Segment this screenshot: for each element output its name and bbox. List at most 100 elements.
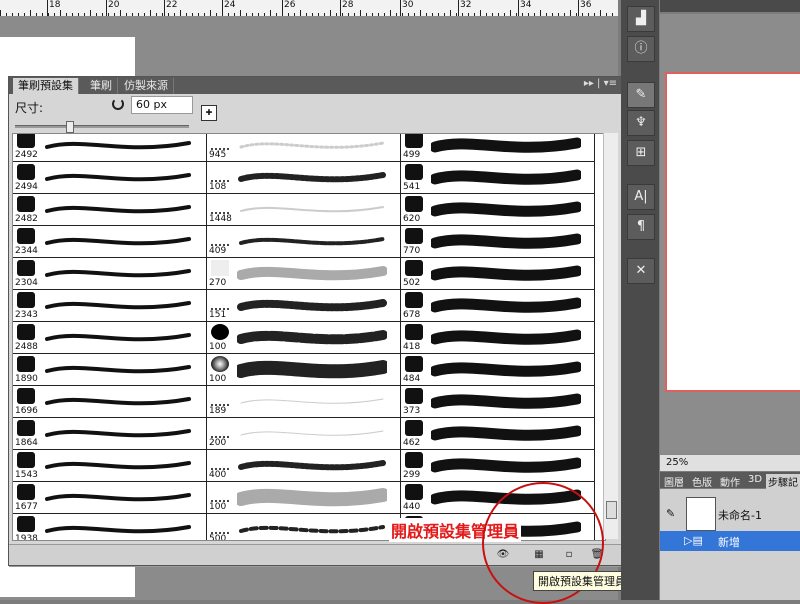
brush-preset-item[interactable]: 1938 bbox=[13, 514, 207, 540]
tab-brush-presets[interactable]: 筆刷預設集 bbox=[13, 78, 79, 94]
brush-stroke-preview bbox=[239, 525, 385, 534]
panel-menu-icon[interactable]: ▸▸ | ▾≡ bbox=[584, 78, 617, 89]
brush-tip-thumbnail bbox=[17, 164, 35, 180]
tab-layers[interactable]: 圖層 bbox=[664, 474, 684, 489]
brush-preset-item[interactable]: 1696 bbox=[13, 386, 207, 418]
size-slider[interactable] bbox=[15, 121, 189, 133]
reset-size-icon[interactable] bbox=[112, 98, 124, 110]
brush-preset-item[interactable]: 1448 bbox=[207, 194, 401, 226]
brush-preset-item[interactable]: 100 bbox=[207, 354, 401, 386]
ruler-tick bbox=[252, 13, 253, 16]
history-step-row[interactable]: ▷▤ 新增 bbox=[660, 531, 800, 551]
brush-preset-item[interactable]: 100 bbox=[207, 482, 401, 514]
tab-3d[interactable]: 3D bbox=[748, 474, 762, 485]
tab-brush[interactable]: 筆刷 bbox=[85, 78, 118, 94]
clone-source-icon[interactable]: ⊞ bbox=[627, 140, 655, 166]
brush-tip-thumbnail bbox=[405, 420, 423, 436]
ruler-tick bbox=[318, 13, 319, 16]
brush-preset-item[interactable]: 2492 bbox=[13, 134, 207, 162]
brush-preset-item[interactable]: 2344 bbox=[13, 226, 207, 258]
history-snapshot-row[interactable]: ✎ 未命名-1 bbox=[660, 493, 800, 533]
size-slider-thumb[interactable] bbox=[66, 121, 74, 133]
brush-preset-item[interactable]: 409 bbox=[207, 226, 401, 258]
brush-preset-item[interactable]: 151 bbox=[207, 290, 401, 322]
brush-preset-item[interactable]: 1890 bbox=[13, 354, 207, 386]
tab-actions[interactable]: 動作 bbox=[720, 474, 740, 489]
brush-preset-item[interactable]: 2488 bbox=[13, 322, 207, 354]
brush-preset-item[interactable]: 299 bbox=[401, 450, 595, 482]
brush-preset-item[interactable]: 2343 bbox=[13, 290, 207, 322]
brush-preset-item[interactable]: 270 bbox=[207, 258, 401, 290]
histogram-icon[interactable]: ▟ bbox=[627, 6, 655, 32]
brush-preset-item[interactable]: 500 bbox=[207, 514, 401, 540]
brush-size-label: 462 bbox=[403, 438, 421, 448]
brush-presets-icon[interactable]: ✎ bbox=[627, 82, 655, 108]
brush-preset-item[interactable]: 200 bbox=[207, 418, 401, 450]
brush-preset-item[interactable]: 100 bbox=[207, 322, 401, 354]
brush-icon[interactable]: ♆ bbox=[627, 110, 655, 136]
brush-preset-item[interactable]: 373 bbox=[401, 386, 595, 418]
brush-preset-item[interactable]: 2494 bbox=[13, 162, 207, 194]
ruler-tick bbox=[528, 13, 529, 16]
brush-preset-item[interactable]: 400 bbox=[207, 450, 401, 482]
zoom-value[interactable]: 25% bbox=[666, 457, 688, 468]
brush-preset-item[interactable]: 620 bbox=[401, 194, 595, 226]
brush-stroke-preview bbox=[240, 206, 384, 213]
ruler-label: 24 bbox=[224, 0, 236, 10]
ruler-tick bbox=[468, 13, 469, 16]
brush-stroke-preview bbox=[45, 429, 191, 438]
brush-preset-item[interactable]: 2304 bbox=[13, 258, 207, 290]
ruler-tick bbox=[408, 13, 409, 16]
tab-channels[interactable]: 色版 bbox=[692, 474, 712, 489]
brush-preset-item[interactable]: 1543 bbox=[13, 450, 207, 482]
ruler-tick bbox=[114, 13, 115, 16]
brush-preset-item[interactable]: 541 bbox=[401, 162, 595, 194]
scrollbar-thumb[interactable] bbox=[606, 501, 617, 519]
brush-size-label: 200 bbox=[209, 438, 227, 448]
info-icon[interactable]: ⓘ bbox=[627, 36, 655, 62]
document-icon: ▷▤ bbox=[684, 534, 703, 547]
brush-preset-item[interactable]: 499 bbox=[401, 134, 595, 162]
character-icon[interactable]: A| bbox=[627, 184, 655, 210]
ruler-label: 18 bbox=[49, 0, 61, 10]
zoom-bar: 25% bbox=[660, 454, 800, 471]
brush-preset-item[interactable]: 418 bbox=[401, 322, 595, 354]
tool-presets-icon[interactable]: ✕ bbox=[627, 258, 655, 284]
ruler-tick bbox=[246, 13, 247, 16]
ruler-tick bbox=[492, 13, 493, 16]
brush-preset-item[interactable]: 189 bbox=[207, 386, 401, 418]
brush-preset-item[interactable]: 484 bbox=[401, 354, 595, 386]
brush-preset-item[interactable]: 108 bbox=[207, 162, 401, 194]
brush-tip-thumbnail bbox=[17, 420, 35, 436]
brush-preset-item[interactable]: 2482 bbox=[13, 194, 207, 226]
brush-preset-item[interactable]: 502 bbox=[401, 258, 595, 290]
brush-tip-thumbnail bbox=[405, 292, 423, 308]
brush-stroke-preview bbox=[237, 488, 387, 507]
brush-size-label: 409 bbox=[209, 246, 227, 256]
brush-preset-item[interactable]: 1677 bbox=[13, 482, 207, 514]
brush-source-icon[interactable]: ✎ bbox=[666, 507, 675, 520]
paragraph-icon[interactable]: ¶ bbox=[627, 214, 655, 240]
size-input[interactable]: 60 px bbox=[131, 96, 193, 114]
brush-tip-thumbnail bbox=[211, 388, 229, 406]
brush-stroke-preview bbox=[45, 141, 191, 150]
ruler-tick bbox=[216, 13, 217, 16]
right-document-canvas[interactable] bbox=[665, 72, 800, 392]
brush-grid: 2492 2494 2482 2344 2304 2343 2488 1890 1696 1864… bbox=[12, 133, 606, 541]
tab-clone-source[interactable]: 仿製來源 bbox=[119, 78, 174, 94]
brush-preset-item[interactable]: 678 bbox=[401, 290, 595, 322]
brush-stroke-preview bbox=[45, 269, 191, 278]
ruler-label: 32 bbox=[460, 0, 472, 10]
ruler-tick bbox=[48, 13, 49, 16]
brush-preset-item[interactable]: 462 bbox=[401, 418, 595, 450]
brush-preset-item[interactable]: 770 bbox=[401, 226, 595, 258]
brush-grid-scrollbar[interactable] bbox=[603, 133, 618, 539]
ruler-tick bbox=[576, 13, 577, 16]
brush-tip-thumbnail bbox=[405, 388, 423, 404]
tab-history[interactable]: 步驟記 bbox=[766, 474, 800, 489]
ruler-tick bbox=[564, 13, 565, 16]
brush-preset-item[interactable]: 945 bbox=[207, 134, 401, 162]
new-brush-icon[interactable]: ✚ bbox=[201, 105, 217, 121]
ruler-tick bbox=[120, 10, 121, 16]
brush-preset-item[interactable]: 1864 bbox=[13, 418, 207, 450]
